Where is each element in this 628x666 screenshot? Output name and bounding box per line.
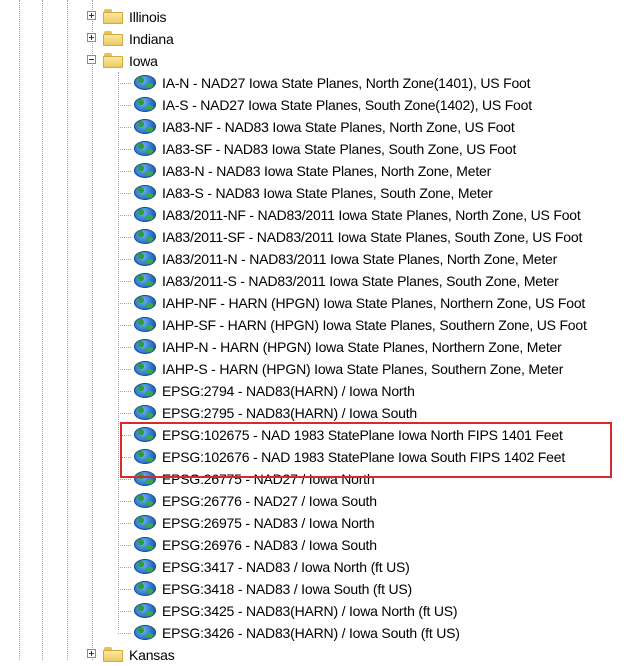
tree-leaf-highlighted[interactable]: EPSG:102676 - NAD 1983 StatePlane Iowa S… [0, 446, 628, 468]
tree-leaf[interactable]: EPSG:3426 - NAD83(HARN) / Iowa South (ft… [0, 622, 628, 644]
tree-leaf-label: IA83/2011-SF - NAD83/2011 Iowa State Pla… [162, 229, 583, 245]
globe-icon [134, 625, 156, 640]
globe-icon [134, 603, 156, 618]
folder-label: Iowa [129, 53, 158, 69]
tree-leaf-label: EPSG:102675 - NAD 1983 StatePlane Iowa N… [162, 427, 563, 443]
folder-icon [103, 53, 123, 68]
tree-leaf-label: IAHP-NF - HARN (HPGN) Iowa State Planes,… [162, 295, 586, 311]
tree-leaf-label: EPSG:3425 - NAD83(HARN) / Iowa North (ft… [162, 603, 458, 619]
tree-leaf-label: IA83-S - NAD83 Iowa State Planes, South … [162, 185, 493, 201]
tree-leaf[interactable]: EPSG:26975 - NAD83 / Iowa North [0, 512, 628, 534]
tree-leaf-label: EPSG:26776 - NAD27 / Iowa South [162, 493, 377, 509]
globe-icon [134, 339, 156, 354]
globe-icon [134, 449, 156, 464]
globe-icon [134, 427, 156, 442]
globe-icon [134, 493, 156, 508]
globe-icon [134, 317, 156, 332]
globe-icon [134, 141, 156, 156]
plus-icon[interactable] [87, 11, 96, 20]
tree-leaf[interactable]: IA-N - NAD27 Iowa State Planes, North Zo… [0, 72, 628, 94]
tree-leaf[interactable]: IA83/2011-S - NAD83/2011 Iowa State Plan… [0, 270, 628, 292]
globe-icon [134, 207, 156, 222]
folder-label: Kansas [129, 647, 175, 663]
globe-icon [134, 383, 156, 398]
tree-leaf-highlighted[interactable]: EPSG:102675 - NAD 1983 StatePlane Iowa N… [0, 424, 628, 446]
plus-icon[interactable] [87, 649, 96, 658]
folder-label: Indiana [129, 31, 174, 47]
tree-leaf-label: EPSG:3418 - NAD83 / Iowa South (ft US) [162, 581, 412, 597]
tree-leaf-label: EPSG:3417 - NAD83 / Iowa North (ft US) [162, 559, 410, 575]
tree-leaf[interactable]: IAHP-N - HARN (HPGN) Iowa State Planes, … [0, 336, 628, 358]
globe-icon [134, 97, 156, 112]
tree-leaf-label: EPSG:102676 - NAD 1983 StatePlane Iowa S… [162, 449, 566, 465]
globe-icon [134, 75, 156, 90]
tree-leaf[interactable]: IA83-N - NAD83 Iowa State Planes, North … [0, 160, 628, 182]
tree-leaf-label: IA-S - NAD27 Iowa State Planes, South Zo… [162, 97, 532, 113]
globe-icon [134, 471, 156, 486]
tree-leaf-label: IA83/2011-NF - NAD83/2011 Iowa State Pla… [162, 207, 581, 223]
globe-icon [134, 295, 156, 310]
tree-leaf-label: IA83/2011-N - NAD83/2011 Iowa State Plan… [162, 251, 558, 267]
tree-leaf-label: IA83/2011-S - NAD83/2011 Iowa State Plan… [162, 273, 559, 289]
tree-leaf[interactable]: IA83/2011-NF - NAD83/2011 Iowa State Pla… [0, 204, 628, 226]
globe-icon [134, 405, 156, 420]
tree-leaf[interactable]: EPSG:3425 - NAD83(HARN) / Iowa North (ft… [0, 600, 628, 622]
folder-label: Illinois [129, 9, 167, 25]
tree-leaf-label: IA-N - NAD27 Iowa State Planes, North Zo… [162, 75, 531, 91]
tree-leaf[interactable]: IAHP-NF - HARN (HPGN) Iowa State Planes,… [0, 292, 628, 314]
coordinate-system-tree[interactable]: Illinois Indiana Iowa IA-N - NAD27 Iowa … [0, 6, 628, 666]
tree-leaf[interactable]: IA-S - NAD27 Iowa State Planes, South Zo… [0, 94, 628, 116]
tree-leaf[interactable]: IAHP-S - HARN (HPGN) Iowa State Planes, … [0, 358, 628, 380]
tree-leaf-label: EPSG:2795 - NAD83(HARN) / Iowa South [162, 405, 418, 421]
globe-icon [134, 515, 156, 530]
tree-node-illinois[interactable]: Illinois [0, 6, 628, 28]
tree-node-iowa[interactable]: Iowa [0, 50, 628, 72]
tree-leaf-label: EPSG:3426 - NAD83(HARN) / Iowa South (ft… [162, 625, 460, 641]
tree-leaf[interactable]: IA83-SF - NAD83 Iowa State Planes, South… [0, 138, 628, 160]
plus-icon[interactable] [87, 33, 96, 42]
globe-icon [134, 185, 156, 200]
tree-leaf[interactable]: EPSG:2795 - NAD83(HARN) / Iowa South [0, 402, 628, 424]
globe-icon [134, 581, 156, 596]
globe-icon [134, 537, 156, 552]
globe-icon [134, 273, 156, 288]
tree-leaf[interactable]: IA83/2011-N - NAD83/2011 Iowa State Plan… [0, 248, 628, 270]
tree-leaf-label: IA83-NF - NAD83 Iowa State Planes, North… [162, 119, 515, 135]
globe-icon [134, 119, 156, 134]
tree-node-indiana[interactable]: Indiana [0, 28, 628, 50]
globe-icon [134, 163, 156, 178]
tree-leaf[interactable]: IAHP-SF - HARN (HPGN) Iowa State Planes,… [0, 314, 628, 336]
tree-leaf-label: EPSG:26775 - NAD27 / Iowa North [162, 471, 375, 487]
tree-leaf[interactable]: EPSG:26775 - NAD27 / Iowa North [0, 468, 628, 490]
minus-icon[interactable] [87, 55, 96, 64]
tree-node-kansas[interactable]: Kansas [0, 644, 628, 666]
tree-leaf[interactable]: EPSG:26776 - NAD27 / Iowa South [0, 490, 628, 512]
tree-leaf-label: IAHP-N - HARN (HPGN) Iowa State Planes, … [162, 339, 562, 355]
globe-icon [134, 251, 156, 266]
globe-icon [134, 229, 156, 244]
folder-icon [103, 9, 123, 24]
tree-leaf[interactable]: IA83-S - NAD83 Iowa State Planes, South … [0, 182, 628, 204]
globe-icon [134, 559, 156, 574]
tree-leaf[interactable]: IA83-NF - NAD83 Iowa State Planes, North… [0, 116, 628, 138]
folder-icon [103, 31, 123, 46]
tree-leaf-label: IAHP-SF - HARN (HPGN) Iowa State Planes,… [162, 317, 587, 333]
tree-leaf[interactable]: EPSG:26976 - NAD83 / Iowa South [0, 534, 628, 556]
tree-leaf[interactable]: EPSG:3417 - NAD83 / Iowa North (ft US) [0, 556, 628, 578]
tree-leaf-label: IAHP-S - HARN (HPGN) Iowa State Planes, … [162, 361, 564, 377]
tree-leaf-label: IA83-SF - NAD83 Iowa State Planes, South… [162, 141, 517, 157]
globe-icon [134, 361, 156, 376]
tree-leaf[interactable]: EPSG:2794 - NAD83(HARN) / Iowa North [0, 380, 628, 402]
tree-leaf-label: IA83-N - NAD83 Iowa State Planes, North … [162, 163, 492, 179]
tree-leaf-label: EPSG:26976 - NAD83 / Iowa South [162, 537, 377, 553]
tree-leaf[interactable]: EPSG:3418 - NAD83 / Iowa South (ft US) [0, 578, 628, 600]
tree-leaf-label: EPSG:26975 - NAD83 / Iowa North [162, 515, 375, 531]
tree-leaf[interactable]: IA83/2011-SF - NAD83/2011 Iowa State Pla… [0, 226, 628, 248]
tree-leaf-label: EPSG:2794 - NAD83(HARN) / Iowa North [162, 383, 415, 399]
